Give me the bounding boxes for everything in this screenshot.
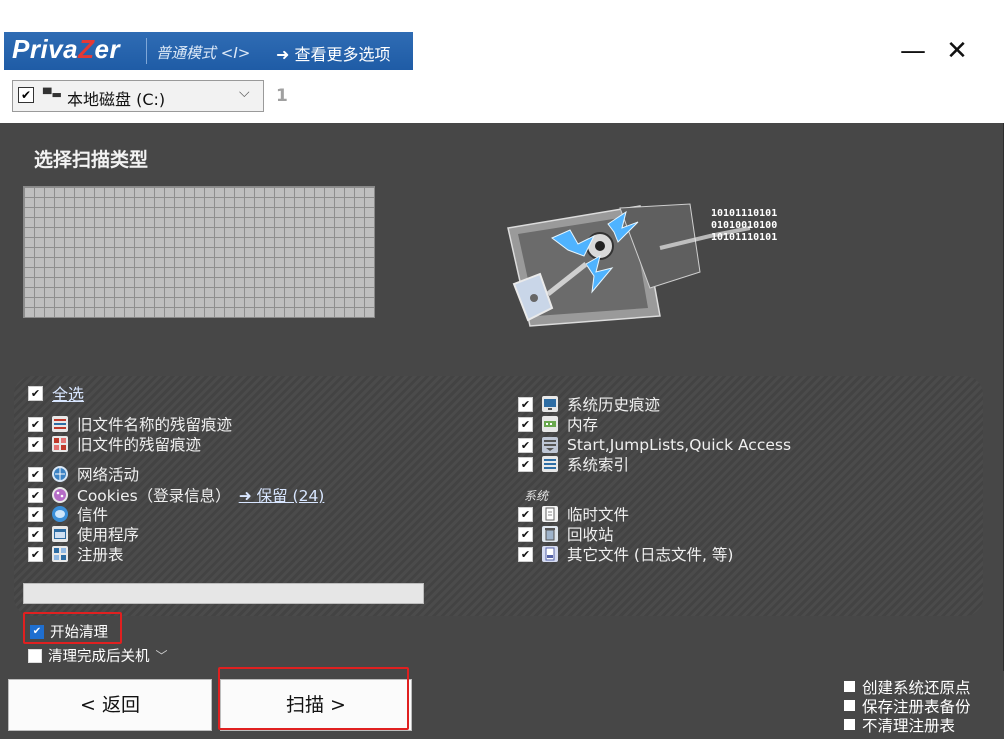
- drive-icon: ▀▬: [43, 88, 62, 101]
- minimize-icon[interactable]: —: [898, 36, 928, 66]
- drive-checkbox[interactable]: ✔: [18, 87, 34, 103]
- drive-count: 1: [276, 86, 288, 106]
- file-traces-icon: [52, 436, 68, 452]
- option-temp-files[interactable]: ✔ 临时文件: [518, 504, 629, 524]
- option-old-file-names[interactable]: ✔ 旧文件名称的残留痕迹: [28, 414, 232, 434]
- monitor-icon: [542, 396, 558, 412]
- option-checkbox[interactable]: ✔: [28, 526, 43, 542]
- chevron-down-icon[interactable]: ﹀: [156, 647, 168, 664]
- close-icon[interactable]: ✕: [942, 36, 972, 66]
- memory-icon: [542, 416, 558, 432]
- option-checkbox[interactable]: ✔: [518, 416, 533, 432]
- option-checkbox[interactable]: ✔: [518, 526, 533, 542]
- brand-divider: [146, 38, 147, 64]
- mode-label: 普通模式 <I>: [156, 44, 251, 62]
- globe-icon: [52, 466, 68, 482]
- option-checkbox[interactable]: ✔: [28, 436, 43, 452]
- drive-label: 本地磁盘 (C:): [67, 90, 166, 109]
- temp-file-icon: [542, 506, 558, 522]
- start-menu-icon: [542, 437, 558, 453]
- option-system-index[interactable]: ✔ 系统索引: [518, 454, 629, 474]
- file-names-icon: [52, 416, 68, 432]
- option-checkbox[interactable]: ✔: [28, 487, 43, 503]
- program-icon: [52, 526, 68, 542]
- option-cookies[interactable]: ✔ Cookies（登录信息） ➜ 保留 (24): [28, 485, 324, 505]
- binary-text: 10101110101 01010010100 10101110101: [711, 208, 778, 243]
- start-clean-checkbox[interactable]: ✔: [30, 624, 44, 639]
- index-icon: [542, 456, 558, 472]
- back-button[interactable]: < 返回: [8, 679, 212, 731]
- select-all-link[interactable]: 全选: [52, 381, 84, 405]
- shutdown-after-option[interactable]: 清理完成后关机 ﹀: [28, 645, 168, 666]
- drive-row: ✔ ▀▬ 本地磁盘 (C:) ⌵ 1: [0, 72, 1004, 122]
- option-system-history[interactable]: ✔ 系统历史痕迹: [518, 394, 660, 414]
- scan-progress-bar: [23, 583, 424, 604]
- chevron-down-icon[interactable]: ⌵: [239, 85, 250, 101]
- more-options-link[interactable]: ➜ 查看更多选项: [276, 41, 391, 65]
- option-mail[interactable]: ✔ 信件: [28, 504, 108, 524]
- option-checkbox[interactable]: ✔: [28, 506, 43, 522]
- other-files-icon: [542, 546, 558, 562]
- scan-button-highlight: [218, 667, 409, 730]
- side-options: 创建系统还原点 保存注册表备份 不清理注册表: [844, 677, 971, 735]
- option-checkbox[interactable]: ✔: [518, 506, 533, 522]
- option-programs[interactable]: ✔ 使用程序: [28, 524, 139, 544]
- registry-icon: [52, 546, 68, 562]
- option-start-jumplists[interactable]: ✔ Start,JumpLists,Quick Access: [518, 435, 791, 455]
- skip-registry-option[interactable]: 不清理注册表: [844, 715, 971, 735]
- app-logo: PrivaZer: [12, 34, 121, 64]
- option-registry[interactable]: ✔ 注册表: [28, 544, 124, 564]
- skip-registry-checkbox[interactable]: [844, 719, 855, 730]
- title-bar: PrivaZer 普通模式 <I> ➜ 查看更多选项 — ✕: [0, 0, 1004, 72]
- option-memory[interactable]: ✔ 内存: [518, 414, 598, 434]
- section-title: 选择扫描类型: [34, 149, 149, 171]
- mail-icon: [52, 506, 68, 522]
- cookies-keep-link[interactable]: ➜ 保留 (24): [239, 484, 325, 506]
- cookies-icon: [52, 487, 68, 503]
- privazer-window: PrivaZer 普通模式 <I> ➜ 查看更多选项 — ✕ ✔ ▀▬ 本地磁盘…: [0, 0, 1004, 739]
- restore-point-option[interactable]: 创建系统还原点: [844, 677, 971, 697]
- option-checkbox[interactable]: ✔: [518, 456, 533, 472]
- brand-bar: PrivaZer 普通模式 <I> ➜ 查看更多选项: [4, 32, 413, 70]
- restore-point-checkbox[interactable]: [844, 681, 855, 692]
- select-all-checkbox[interactable]: ✔: [28, 385, 43, 401]
- option-checkbox[interactable]: ✔: [518, 396, 533, 412]
- registry-backup-checkbox[interactable]: [844, 700, 855, 711]
- disk-map-grid: [23, 186, 375, 318]
- option-network-activity[interactable]: ✔ 网络活动: [28, 464, 139, 484]
- registry-backup-option[interactable]: 保存注册表备份: [844, 696, 971, 716]
- drive-select[interactable]: ✔ ▀▬ 本地磁盘 (C:) ⌵: [12, 80, 264, 112]
- system-heading: 系统: [524, 489, 549, 503]
- start-clean-highlight: ✔ 开始清理: [23, 612, 122, 644]
- select-all-row[interactable]: ✔ 全选: [28, 381, 84, 405]
- start-clean-option[interactable]: ✔ 开始清理: [30, 621, 108, 642]
- option-checkbox[interactable]: ✔: [28, 466, 43, 482]
- option-checkbox[interactable]: ✔: [518, 437, 533, 453]
- option-old-file-traces[interactable]: ✔ 旧文件的残留痕迹: [28, 434, 201, 454]
- option-checkbox[interactable]: ✔: [28, 546, 43, 562]
- main-panel: 选择扫描类型 10101110101 01010010100 101011101…: [0, 123, 1004, 671]
- option-checkbox[interactable]: ✔: [518, 546, 533, 562]
- shutdown-checkbox[interactable]: [28, 648, 42, 663]
- option-recycle-bin[interactable]: ✔ 回收站: [518, 524, 614, 544]
- option-other-files[interactable]: ✔ 其它文件 (日志文件, 等): [518, 544, 733, 564]
- option-checkbox[interactable]: ✔: [28, 416, 43, 432]
- recycle-bin-icon: [542, 526, 558, 542]
